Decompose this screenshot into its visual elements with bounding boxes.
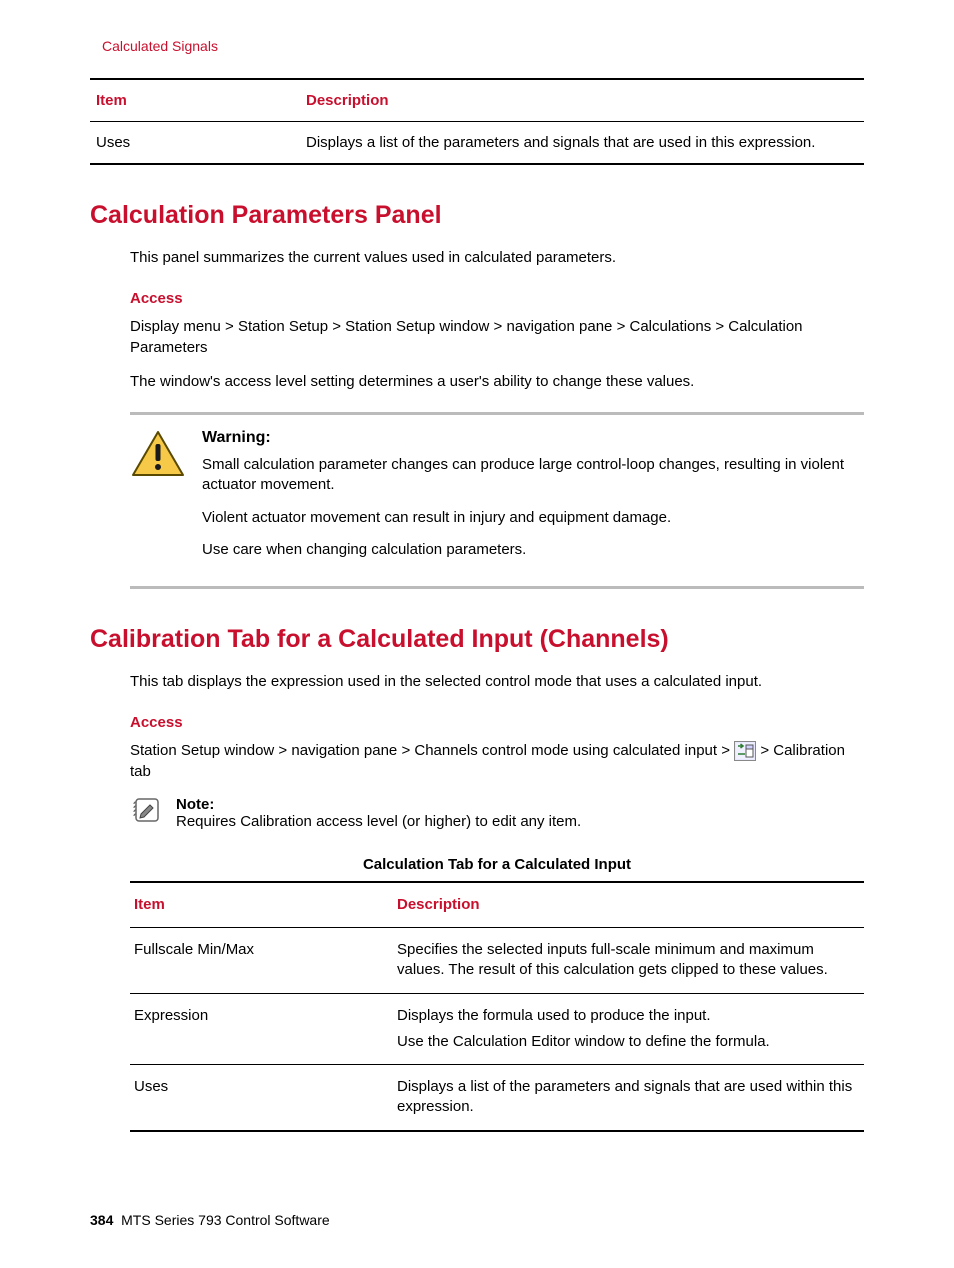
access-heading: Access [130, 290, 864, 307]
note-block: Note: Requires Calibration access level … [130, 796, 864, 830]
breadcrumb-link[interactable]: Calculated Signals [102, 38, 864, 54]
note-text: Requires Calibration access level (or hi… [176, 813, 581, 830]
footer-title: MTS Series 793 Control Software [121, 1212, 330, 1228]
access-path-2: Station Setup window > navigation pane >… [130, 741, 864, 782]
table-row: Uses Displays a list of the parameters a… [130, 1065, 864, 1131]
cell-line: Displays the formula used to produce the… [397, 1006, 860, 1026]
warning-block: Warning: Small calculation parameter cha… [130, 412, 864, 589]
note-icon [130, 796, 164, 830]
cell-item: Uses [130, 1065, 393, 1131]
item-description-table-2: Item Description Fullscale Min/Max Speci… [130, 881, 864, 1132]
table-row: Expression Displays the formula used to … [130, 993, 864, 1065]
warning-title: Warning: [202, 429, 864, 447]
cell-description: Specifies the selected inputs full-scale… [393, 928, 864, 994]
cell-description: Displays a list of the parameters and si… [306, 122, 864, 165]
warning-text-3: Use care when changing calculation param… [202, 540, 864, 560]
page-number: 384 [90, 1212, 113, 1228]
table-header-item: Item [90, 79, 306, 122]
section-intro: This panel summarizes the current values… [130, 248, 864, 268]
note-title: Note: [176, 796, 581, 813]
item-description-table-1: Item Description Uses Displays a list of… [90, 78, 864, 165]
access-heading-2: Access [130, 714, 864, 731]
access-path: Display menu > Station Setup > Station S… [130, 317, 864, 358]
cell-item: Expression [130, 993, 393, 1065]
table-header-item: Item [130, 882, 393, 928]
cell-item: Fullscale Min/Max [130, 928, 393, 994]
table-header-description: Description [306, 79, 864, 122]
page-footer: 384 MTS Series 793 Control Software [90, 1212, 864, 1228]
section-heading-calc-params: Calculation Parameters Panel [90, 201, 864, 230]
section-intro-2: This tab displays the expression used in… [130, 672, 864, 692]
table-row: Uses Displays a list of the parameters a… [90, 122, 864, 165]
access-prefix: Station Setup window > navigation pane >… [130, 742, 734, 759]
access-note: The window's access level setting determ… [130, 372, 864, 392]
section-heading-calibration-tab: Calibration Tab for a Calculated Input (… [90, 625, 864, 654]
table2-title: Calculation Tab for a Calculated Input [130, 856, 864, 873]
table-row: Fullscale Min/Max Specifies the selected… [130, 928, 864, 994]
table-header-description: Description [393, 882, 864, 928]
cell-description: Displays a list of the parameters and si… [393, 1065, 864, 1131]
warning-text-2: Violent actuator movement can result in … [202, 508, 864, 528]
cell-item: Uses [90, 122, 306, 165]
cell-line: Use the Calculation Editor window to def… [397, 1032, 860, 1052]
warning-text-1: Small calculation parameter changes can … [202, 455, 864, 496]
toolbar-inline-icon [734, 741, 756, 761]
cell-description: Displays the formula used to produce the… [393, 993, 864, 1065]
warning-icon [130, 429, 186, 572]
